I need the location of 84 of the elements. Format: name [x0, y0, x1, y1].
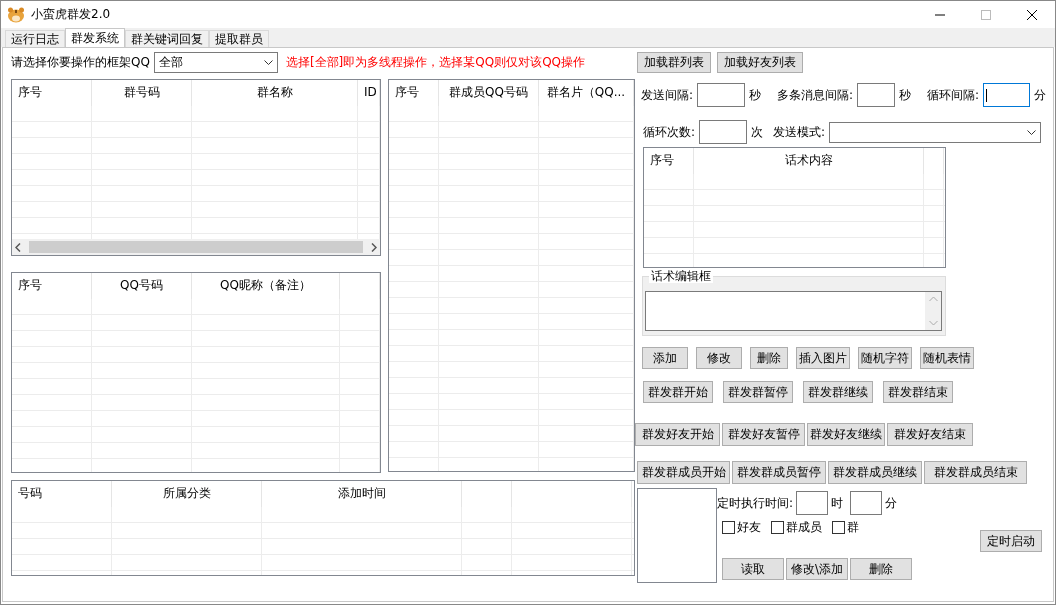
column-header[interactable]: QQ昵称（备注）: [220, 278, 311, 292]
checkbox-label: 群成员: [786, 520, 822, 535]
unit-label: 分: [885, 495, 898, 511]
column-header[interactable]: 群号码: [123, 85, 160, 99]
number-field[interactable]: [983, 83, 1031, 107]
window-title: 小蛮虎群发2.0: [31, 7, 111, 22]
hour-field[interactable]: [796, 491, 829, 515]
column-header[interactable]: 序号: [650, 153, 674, 167]
scroll-right-icon[interactable]: [371, 242, 377, 252]
list-box[interactable]: [637, 488, 717, 583]
field-label: 发送模式:: [773, 124, 826, 140]
column-header[interactable]: 序号: [395, 85, 419, 99]
unit-label: 时: [831, 495, 844, 511]
tab[interactable]: 运行日志: [5, 30, 65, 47]
action-button[interactable]: 读取: [722, 558, 784, 581]
action-button[interactable]: 群发好友结束: [887, 423, 973, 446]
column-header[interactable]: 群成员QQ号码: [449, 85, 528, 99]
checkbox-label: 群: [847, 520, 859, 535]
tab[interactable]: 群发系统: [65, 28, 125, 47]
column-header[interactable]: 添加时间: [337, 486, 386, 500]
scroll-left-icon[interactable]: [15, 242, 21, 252]
action-button[interactable]: 群发群结束: [883, 381, 953, 403]
field-label: 循环次数:: [643, 124, 696, 140]
field-label: 发送间隔:: [641, 87, 694, 103]
column-header[interactable]: QQ号码: [120, 278, 163, 292]
action-button[interactable]: 群发群成员开始: [637, 461, 730, 484]
account-dropdown[interactable]: 全部: [153, 51, 278, 73]
column-header[interactable]: 群名称: [256, 85, 293, 99]
load-button[interactable]: 加载群列表: [637, 51, 712, 73]
unit-label: 秒: [899, 87, 912, 103]
action-button[interactable]: 群发好友开始: [635, 423, 720, 446]
column-header[interactable]: 群名片（QQ...: [546, 85, 626, 99]
checkbox[interactable]: [722, 520, 735, 534]
checkbox[interactable]: [771, 520, 784, 534]
unit-label: 分: [1034, 87, 1047, 103]
load-button[interactable]: 加载好友列表: [717, 51, 804, 73]
column-header[interactable]: 号码: [18, 486, 42, 500]
unit-label: 秒: [749, 87, 762, 103]
action-button[interactable]: 插入图片: [796, 347, 850, 369]
close-icon: [1027, 9, 1037, 20]
action-button[interactable]: 群发好友暂停: [722, 423, 805, 446]
number-field[interactable]: [697, 83, 746, 107]
number-field[interactable]: [857, 83, 896, 107]
action-button[interactable]: 添加: [642, 347, 688, 369]
horizontal-scrollbar[interactable]: [12, 239, 380, 255]
checkbox-label: 好友: [737, 520, 761, 535]
maximize-icon: [981, 9, 991, 20]
action-button[interactable]: 删除: [850, 558, 912, 581]
field-label: 循环间隔:: [927, 87, 980, 103]
column-header[interactable]: ID: [364, 85, 377, 99]
chevron-down-icon: [1027, 129, 1037, 135]
action-button[interactable]: 群发群继续: [803, 381, 873, 403]
timer-start-button[interactable]: 定时启动: [980, 530, 1042, 553]
action-button[interactable]: 删除: [750, 347, 788, 369]
action-button[interactable]: 修改: [696, 347, 742, 369]
column-header[interactable]: 话术内容: [784, 153, 833, 167]
checkbox[interactable]: [832, 520, 845, 534]
tab[interactable]: 群关键词回复: [125, 30, 209, 47]
account-label: 请选择你要操作的框架QQ: [11, 54, 150, 70]
unit-label: 次: [751, 124, 764, 140]
field-label: 多条消息间隔:: [777, 87, 854, 103]
action-button[interactable]: 群发好友继续: [807, 423, 885, 446]
text-area[interactable]: [645, 291, 942, 331]
field-label: 定时执行时间:: [717, 495, 794, 511]
column-header[interactable]: 序号: [18, 85, 42, 99]
column-header[interactable]: 所属分类: [162, 486, 211, 500]
action-button[interactable]: 修改\添加: [786, 558, 848, 581]
action-button[interactable]: 随机表情: [920, 347, 974, 369]
chevron-down-icon: [263, 59, 273, 65]
tab[interactable]: 提取群员: [209, 30, 269, 47]
warning-text: 选择[全部]即为多线程操作，选择某QQ则仅对该QQ操作: [285, 54, 586, 70]
action-button[interactable]: 随机字符: [858, 347, 912, 369]
number-field[interactable]: [699, 120, 748, 144]
tiger-icon: [7, 6, 25, 23]
scrollbar-thumb[interactable]: [29, 241, 363, 253]
action-button[interactable]: 群发群成员暂停: [732, 461, 826, 484]
action-button[interactable]: 群发群成员结束: [924, 461, 1027, 484]
minute-field[interactable]: [850, 491, 883, 515]
action-button[interactable]: 群发群开始: [643, 381, 713, 403]
column-header[interactable]: 序号: [18, 278, 42, 292]
group-legend: 话术编辑框: [649, 269, 713, 284]
mode-dropdown[interactable]: [829, 121, 1042, 143]
action-button[interactable]: 群发群暂停: [723, 381, 793, 403]
action-button[interactable]: 群发群成员继续: [828, 461, 922, 484]
